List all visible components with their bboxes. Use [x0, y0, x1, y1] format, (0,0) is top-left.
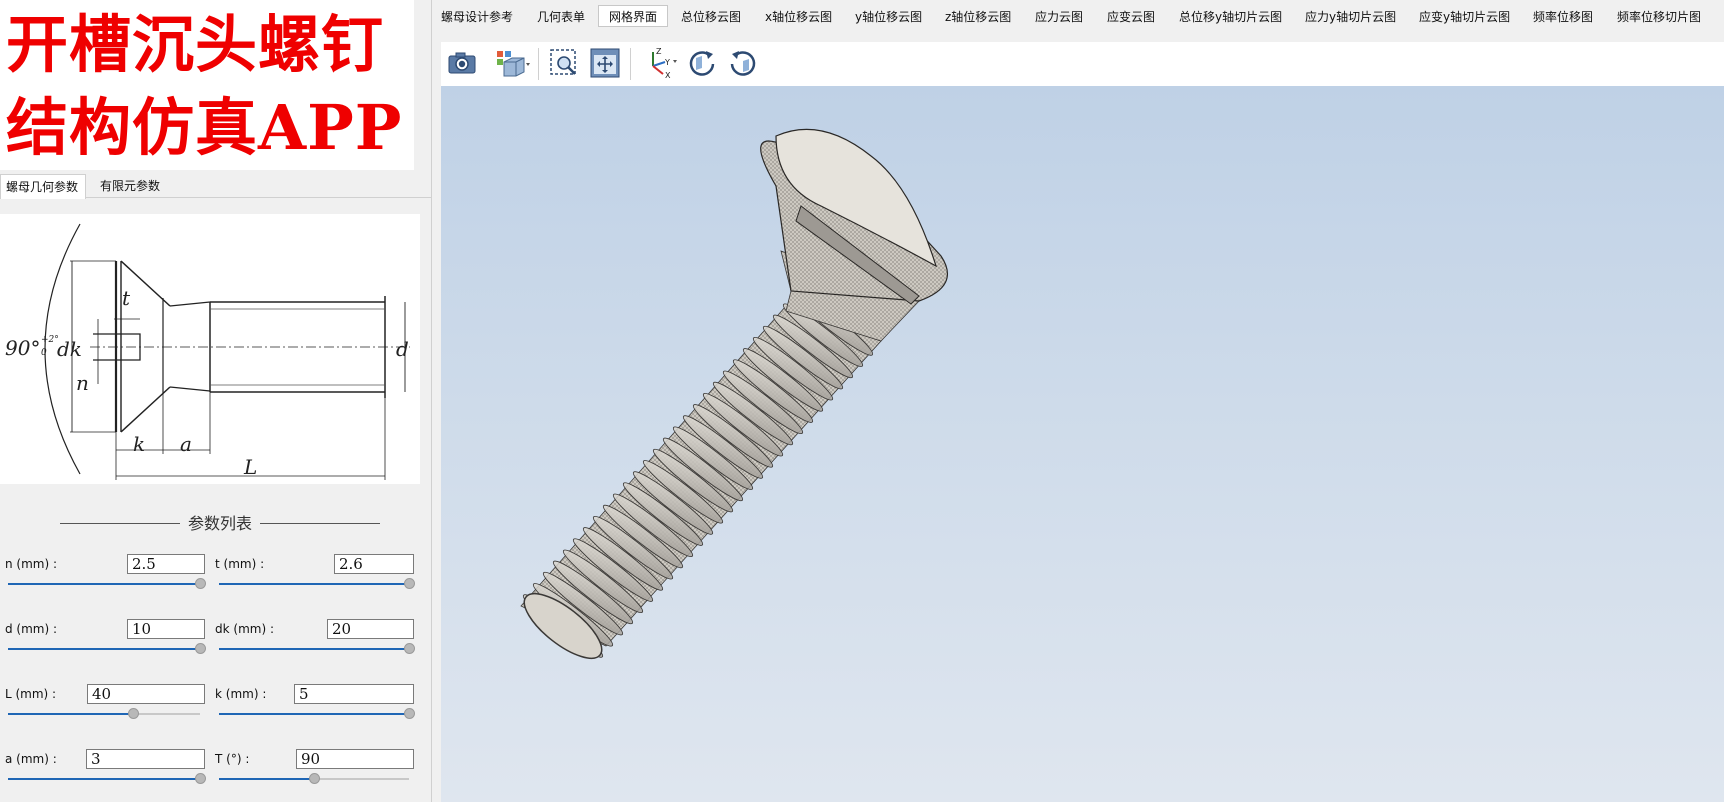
toolbar-separator: [630, 48, 631, 80]
param-k-slider[interactable]: [219, 708, 415, 720]
zoom-box-icon: [550, 49, 576, 75]
param-d-slider[interactable]: [8, 643, 206, 655]
param-dk-input[interactable]: 20: [327, 619, 414, 639]
drawing-svg: 90° +2° 0 dk t n d k a L: [5, 223, 410, 480]
param-dk-slider[interactable]: [219, 643, 415, 655]
screw-technical-drawing: 90° +2° 0 dk t n d k a L: [0, 214, 420, 484]
rotate-ccw-icon: [730, 51, 756, 76]
param-list-heading: 参数列表: [60, 512, 380, 536]
axis-label-y: Y: [664, 58, 670, 67]
app-banner: 开槽沉头螺钉 结构仿真APP: [0, 0, 414, 170]
tab-stress[interactable]: 应力云图: [1034, 6, 1084, 28]
tab-fem-params[interactable]: 有限元参数: [95, 174, 165, 198]
dim-dk-label: dk: [57, 337, 82, 361]
param-n-slider-handle[interactable]: [195, 578, 206, 589]
param-a-slider[interactable]: [8, 773, 206, 785]
left-tab-bar: 螺母几何参数 有限元参数: [0, 174, 432, 199]
tab-strain-y-slice[interactable]: 应变y轴切片云图: [1418, 6, 1511, 28]
rotate-clockwise-button[interactable]: [685, 46, 719, 80]
screw-shank: [520, 292, 882, 659]
main-tab-bar: 螺母设计参考 几何表单 网格界面 总位移云图 x轴位移云图 y轴位移云图 z轴位…: [432, 0, 1724, 34]
param-L-label: L (mm) :: [5, 687, 57, 701]
standard-views-dropdown[interactable]: [493, 46, 533, 80]
app-window: 开槽沉头螺钉 结构仿真APP 螺母几何参数 有限元参数 90° +2° 0 dk…: [0, 0, 1724, 802]
param-a-slider-handle[interactable]: [195, 773, 206, 784]
param-n-label: n (mm) :: [5, 557, 58, 571]
dim-n-label: n: [76, 371, 89, 395]
tab-frequency-displacement[interactable]: 频率位移图: [1532, 6, 1594, 28]
param-list-title: 参数列表: [179, 514, 260, 533]
param-T-input[interactable]: 90: [296, 749, 414, 769]
param-t-label: t (mm) :: [215, 557, 265, 571]
left-panel: 开槽沉头螺钉 结构仿真APP 螺母几何参数 有限元参数 90° +2° 0 dk…: [0, 0, 432, 802]
dim-k-label: k: [133, 432, 145, 456]
param-T-slider[interactable]: [219, 773, 409, 785]
axis-label-z: Z: [656, 47, 662, 56]
tab-nut-design-reference[interactable]: 螺母设计参考: [440, 6, 514, 28]
banner-title-line2: 结构仿真APP: [6, 91, 403, 164]
tab-stress-y-slice[interactable]: 应力y轴切片云图: [1304, 6, 1397, 28]
tab-nut-geometry-params[interactable]: 螺母几何参数: [0, 174, 86, 199]
param-d-input[interactable]: 10: [127, 619, 205, 639]
tab-x-displacement[interactable]: x轴位移云图: [764, 6, 833, 28]
tab-total-displacement-y-slice[interactable]: 总位移y轴切片云图: [1178, 6, 1283, 28]
param-k-slider-handle[interactable]: [404, 708, 415, 719]
mesh-3d-viewport[interactable]: [441, 86, 1724, 802]
param-t-slider[interactable]: [219, 578, 415, 590]
param-L-slider[interactable]: [8, 708, 200, 720]
tab-y-displacement[interactable]: y轴位移云图: [854, 6, 923, 28]
param-dk-slider-handle[interactable]: [404, 643, 415, 654]
tab-z-displacement[interactable]: z轴位移云图: [944, 6, 1012, 28]
param-T-label: T (°) :: [215, 752, 250, 766]
toolbar-separator: [538, 48, 539, 80]
param-d-label: d (mm) :: [5, 622, 58, 636]
banner-title-line1: 开槽沉头螺钉: [6, 8, 385, 81]
param-a-input[interactable]: 3: [86, 749, 205, 769]
zoom-extents-icon: [590, 48, 620, 78]
dim-d-label: d: [396, 337, 409, 361]
tab-mesh-view[interactable]: 网格界面: [598, 5, 669, 27]
dim-t-label: t: [122, 286, 131, 310]
param-dk-label: dk (mm) :: [215, 622, 274, 636]
view-cube-icon: [497, 51, 530, 77]
axis-label-x: X: [665, 71, 671, 80]
param-n-slider[interactable]: [8, 578, 206, 590]
param-n-input[interactable]: 2.5: [127, 554, 205, 574]
dim-L-label: L: [243, 455, 257, 479]
zoom-window-button[interactable]: [547, 46, 581, 80]
param-a-label: a (mm) :: [5, 752, 57, 766]
param-L-input[interactable]: 40: [87, 684, 205, 704]
axes-orientation-icon: Z Y X: [652, 47, 677, 80]
param-k-input[interactable]: 5: [294, 684, 414, 704]
zoom-extents-button[interactable]: [588, 46, 622, 80]
param-d-slider-handle[interactable]: [195, 643, 206, 654]
param-L-slider-handle[interactable]: [127, 708, 139, 719]
rotate-cw-icon: [689, 51, 715, 76]
screenshot-button[interactable]: [445, 46, 479, 80]
tab-geometry-form[interactable]: 几何表单: [536, 6, 586, 28]
param-T-slider-handle[interactable]: [309, 773, 320, 784]
tab-frequency-displacement-slice[interactable]: 频率位移切片图: [1616, 6, 1702, 28]
tab-total-displacement[interactable]: 总位移云图: [680, 6, 742, 28]
dim-a-label: a: [180, 432, 192, 456]
view-toolbar: Z Y X: [441, 42, 1724, 86]
tab-strain[interactable]: 应变云图: [1106, 6, 1156, 28]
dim-angle-label: 90°: [5, 336, 40, 360]
axis-orientation-dropdown[interactable]: Z Y X: [639, 46, 679, 80]
param-t-input[interactable]: 2.6: [334, 554, 414, 574]
camera-icon: [448, 52, 476, 74]
screw-mesh-model: [520, 128, 949, 659]
param-t-slider-handle[interactable]: [404, 578, 415, 589]
screw-head: [760, 128, 949, 342]
dim-angle-tol-bottom: 0: [41, 348, 47, 358]
rotate-counterclockwise-button[interactable]: [726, 46, 760, 80]
param-k-label: k (mm) :: [215, 687, 267, 701]
